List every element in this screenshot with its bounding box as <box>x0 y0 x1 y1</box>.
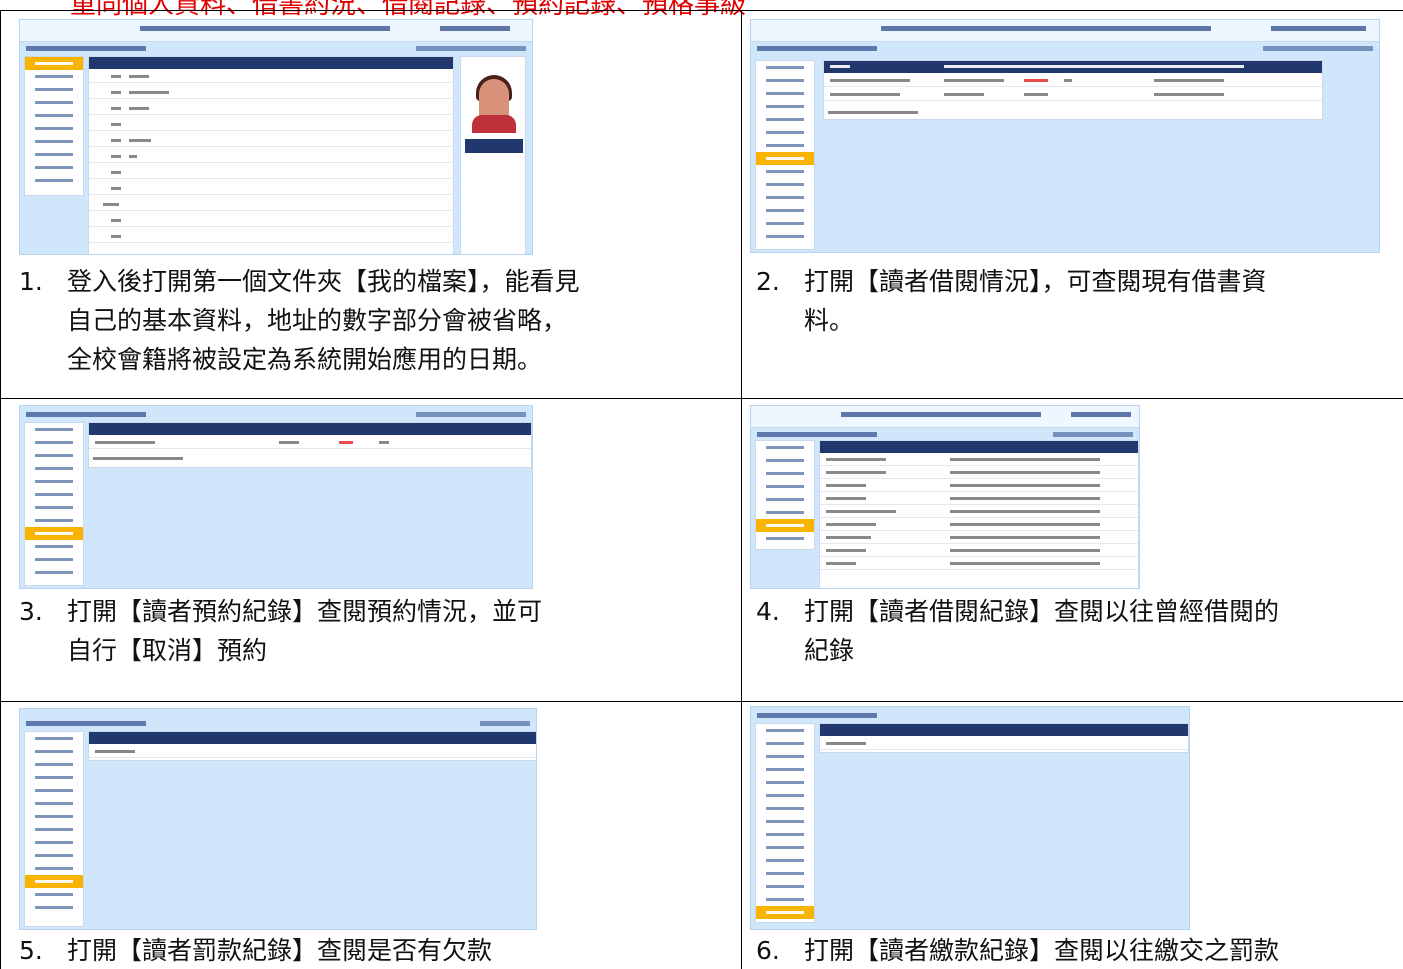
step-4-cell: 4. 打開【讀者借閱紀錄】查閱以往曾經借閱的 紀錄 <box>742 399 1403 702</box>
step-text-line: 自行【取消】預約 <box>67 636 268 665</box>
step-1-cell: 1. 登入後打開第一個文件夾【我的檔案】，能看見 自己的基本資料，地址的數字部分… <box>1 11 742 399</box>
screenshot-payment-record <box>750 706 1190 930</box>
step-2-cell: 2. 打開【讀者借閱情況】，可查閱現有借書資 料。 <box>742 11 1403 399</box>
step-number: 1. <box>19 267 43 296</box>
screenshot-borrowing-history <box>750 405 1140 589</box>
screenshot-borrowing-status <box>750 19 1380 253</box>
screenshot-reservation-record <box>19 405 533 589</box>
step-text-line: 打開【讀者罰款紀錄】查閱是否有欠款 <box>67 936 493 965</box>
step-text-line: 全校會籍將被設定為系統開始應用的日期。 <box>67 345 543 374</box>
instruction-table: 1. 登入後打開第一個文件夾【我的檔案】，能看見 自己的基本資料，地址的數字部分… <box>0 10 1403 969</box>
step-text-line: 打開【讀者預約紀錄】查閱預約情況，並可 <box>67 597 543 626</box>
step-text-line: 登入後打開第一個文件夾【我的檔案】，能看見 <box>67 267 580 296</box>
step-text-line: 打開【讀者繳款紀錄】查閱以往繳交之罰款 <box>804 936 1280 965</box>
step-number: 2. <box>756 267 780 296</box>
step-text-line: 料。 <box>804 306 855 335</box>
step-3-cell: 3. 打開【讀者預約紀錄】查閱預約情況，並可 自行【取消】預約 <box>1 399 742 702</box>
screenshot-my-profile <box>19 19 533 255</box>
step-text-line: 自己的基本資料，地址的數字部分會被省略， <box>67 306 568 335</box>
step-5-cell: 5. 打開【讀者罰款紀錄】查閱是否有欠款 <box>1 702 742 969</box>
screenshot-fine-record <box>19 708 537 930</box>
step-number: 6. <box>756 936 780 965</box>
step-number: 5. <box>19 936 43 965</box>
step-number: 4. <box>756 597 780 626</box>
step-text-line: 打開【讀者借閱紀錄】查閱以往曾經借閱的 <box>804 597 1280 626</box>
step-text-line: 紀錄 <box>804 636 855 665</box>
step-6-cell: 6. 打開【讀者繳款紀錄】查閱以往繳交之罰款 <box>742 702 1403 969</box>
step-text-line: 打開【讀者借閱情況】，可查閱現有借書資 <box>804 267 1267 296</box>
step-number: 3. <box>19 597 43 626</box>
